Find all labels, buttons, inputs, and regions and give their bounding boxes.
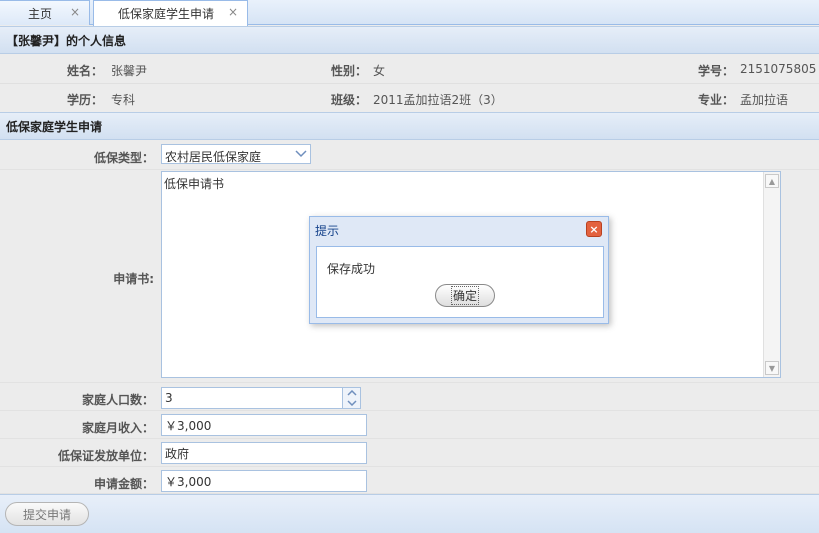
monthly-income-input[interactable]: ￥3,000: [161, 414, 367, 436]
triangle-down-icon[interactable]: [343, 398, 360, 408]
textarea-scrollbar[interactable]: ▲ ▼: [763, 172, 780, 377]
education-label: 学历：: [67, 93, 104, 107]
ok-button-label: 确定: [450, 286, 479, 305]
gender-label: 性别：: [331, 64, 368, 78]
education-value: 专科: [111, 93, 136, 107]
letter-content: 低保申请书: [164, 177, 225, 191]
message-dialog: 提示 × 保存成功 确定: [309, 216, 609, 324]
submit-button[interactable]: 提交申请: [5, 502, 89, 526]
amount-row: 申请金额： ￥3,000: [0, 467, 819, 494]
issuer-label: 低保证发放单位：: [57, 449, 154, 463]
close-icon[interactable]: ×: [586, 221, 602, 237]
spinner-buttons: [342, 388, 360, 408]
gender-value: 女: [373, 64, 386, 78]
poverty-type-row: 低保类型： 农村居民低保家庭: [0, 141, 819, 170]
chevron-down-icon[interactable]: [292, 145, 310, 163]
form-footer: 提交申请: [0, 494, 819, 533]
poverty-type-value: 农村居民低保家庭: [165, 150, 262, 164]
issuer-row: 低保证发放单位： 政府: [0, 439, 819, 467]
household-size-spinner[interactable]: 3: [161, 387, 361, 409]
major-label: 专业：: [698, 93, 735, 107]
close-icon[interactable]: ×: [70, 5, 80, 19]
tab-label: 主页: [28, 6, 53, 21]
class-value: 2011孟加拉语2班（3）: [373, 93, 503, 107]
ok-button[interactable]: 确定: [435, 284, 495, 307]
scroll-up-icon[interactable]: ▲: [765, 174, 779, 188]
personal-info-header: 【张馨尹】的个人信息: [0, 26, 819, 54]
info-row: 姓名： 张馨尹 性别： 女 学号： 2151075805: [0, 55, 819, 84]
student-id-label: 学号：: [698, 64, 735, 78]
poverty-type-label: 低保类型：: [93, 151, 154, 165]
household-label: 家庭人口数：: [81, 393, 154, 407]
tab-home[interactable]: 主页 ×: [0, 0, 90, 25]
tab-label: 低保家庭学生申请: [118, 7, 215, 21]
amount-label: 申请金额：: [93, 477, 154, 491]
dialog-message: 保存成功: [327, 262, 376, 276]
close-icon[interactable]: ×: [228, 5, 238, 19]
student-id-value: 2151075805: [740, 62, 817, 76]
info-row: 学历： 专科 班级： 2011孟加拉语2班（3） 专业： 孟加拉语: [0, 84, 819, 113]
triangle-up-icon[interactable]: [343, 388, 360, 398]
tab-poverty-application[interactable]: 低保家庭学生申请 ×: [93, 0, 248, 26]
issuer-input[interactable]: 政府: [161, 442, 367, 464]
income-row: 家庭月收入： ￥3,000: [0, 411, 819, 439]
name-value: 张馨尹: [111, 64, 148, 78]
poverty-type-select[interactable]: 农村居民低保家庭: [161, 144, 311, 164]
tab-bar: 主页 × 低保家庭学生申请 ×: [0, 0, 819, 26]
scroll-down-icon[interactable]: ▼: [765, 361, 779, 375]
dialog-title: 提示: [315, 223, 340, 238]
amount-input[interactable]: ￥3,000: [161, 470, 367, 492]
letter-label: 申请书:: [113, 272, 154, 286]
household-row: 家庭人口数： 3: [0, 383, 819, 411]
major-value: 孟加拉语: [740, 93, 789, 107]
application-header: 低保家庭学生申请: [0, 112, 819, 140]
dialog-body: 保存成功 确定: [316, 246, 604, 318]
income-label: 家庭月收入：: [81, 421, 154, 435]
name-label: 姓名：: [67, 64, 104, 78]
class-label: 班级：: [331, 93, 368, 107]
household-value: 3: [165, 391, 173, 405]
